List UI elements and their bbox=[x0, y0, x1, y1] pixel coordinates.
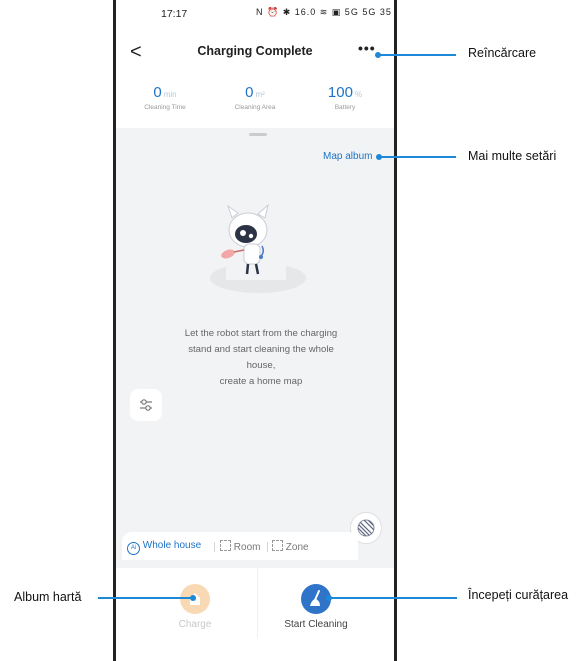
status-bar: 17:17 N ⏰ ✱ 16.0 ≋ ▣ 5G 5G 35 bbox=[116, 0, 394, 32]
stat-value: 0 bbox=[153, 84, 162, 101]
mode-zone[interactable]: Zone bbox=[272, 540, 309, 553]
annotation-start-cleaning: Începeți curățarea bbox=[468, 588, 569, 602]
mode-room[interactable]: Room bbox=[220, 540, 260, 553]
ai-icon: Ai bbox=[127, 542, 140, 555]
filter-sliders-icon bbox=[140, 399, 152, 411]
stat-cleaning-area: 0 m² Cleaning Area bbox=[210, 84, 300, 111]
robot-mascot-illustration bbox=[188, 200, 328, 295]
annotation-line bbox=[379, 156, 456, 158]
stat-unit: % bbox=[354, 90, 363, 99]
stats-row: 0 min Cleaning Time 0 m² Cleaning Area 100… bbox=[120, 84, 390, 126]
mode-whole-house[interactable]: Ai Whole house bbox=[127, 540, 201, 555]
stat-battery: 100% Battery bbox=[300, 84, 390, 111]
start-cleaning-label: Start Cleaning bbox=[284, 619, 348, 630]
room-icon bbox=[220, 540, 231, 551]
stat-label: Cleaning Area bbox=[234, 104, 276, 111]
stat-cleaning-time: 0 min Cleaning Time bbox=[120, 84, 210, 111]
mode-label: Zone bbox=[285, 542, 309, 553]
phone-screen: 17:17 N ⏰ ✱ 16.0 ≋ ▣ 5G 5G 35 < Charging… bbox=[113, 0, 397, 661]
stat-unit: m² bbox=[255, 90, 265, 99]
message-line: Let the robot start from the charging bbox=[184, 328, 338, 339]
map-album-link[interactable]: Map album bbox=[323, 151, 372, 162]
annotation-dot bbox=[190, 595, 196, 601]
annotation-recharge: Reîncărcare bbox=[468, 46, 537, 60]
map-settings-button[interactable] bbox=[130, 389, 162, 421]
zone-icon bbox=[272, 540, 283, 551]
annotation-map-album: Album hartă bbox=[14, 590, 82, 604]
annotation-line bbox=[378, 54, 456, 56]
status-icons: N ⏰ ✱ 16.0 ≋ ▣ 5G 5G 35 bbox=[256, 7, 392, 17]
mode-label: Room bbox=[233, 542, 261, 553]
cleaning-mode-bar: Ai Whole house Room Zone bbox=[122, 532, 358, 560]
mode-separator bbox=[267, 542, 268, 552]
divider bbox=[257, 568, 258, 638]
stat-value: 0 bbox=[245, 84, 254, 101]
message-line: stand and start cleaning the whole bbox=[188, 344, 334, 355]
status-time: 17:17 bbox=[161, 8, 188, 20]
message-line: house, bbox=[246, 360, 276, 371]
stat-unit: min bbox=[163, 90, 177, 99]
charge-label: Charge bbox=[178, 619, 212, 630]
annotation-more-settings: Mai multe setări bbox=[468, 149, 557, 163]
more-dots-icon[interactable]: ••• bbox=[358, 40, 376, 56]
mode-separator bbox=[214, 542, 215, 552]
annotation-line bbox=[329, 597, 457, 599]
stat-label: Cleaning Time bbox=[144, 104, 186, 111]
stat-value: 100 bbox=[327, 84, 353, 101]
mode-label: Whole house bbox=[142, 540, 202, 551]
message-line: create a home map bbox=[219, 376, 303, 387]
bottom-action-bar: Charge Start Cleaning bbox=[116, 568, 394, 661]
drag-handle[interactable] bbox=[249, 133, 267, 136]
nav-bar: < Charging Complete ••• bbox=[116, 38, 394, 70]
annotation-line bbox=[98, 597, 193, 599]
page-title: Charging Complete bbox=[197, 44, 313, 58]
empty-map-message: Let the robot start from the charging st… bbox=[156, 326, 366, 390]
stat-label: Battery bbox=[334, 104, 356, 111]
